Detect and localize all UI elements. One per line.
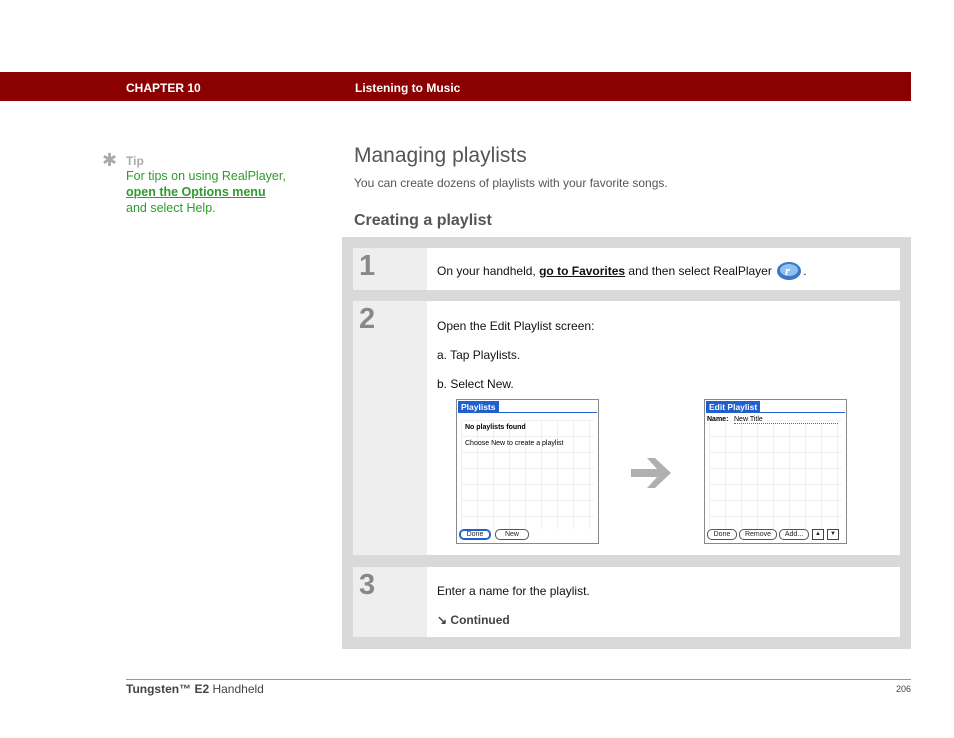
page-number: 206 [895, 684, 911, 694]
no-playlists-text: No playlists found [465, 424, 526, 431]
title-underline [706, 412, 845, 413]
footer-product-name: Tungsten™ E2 [126, 682, 210, 696]
step-1: 1 On your handheld, go to Favorites and … [353, 248, 900, 290]
realplayer-icon: r [777, 262, 802, 280]
footer-product-suffix: Handheld [209, 682, 264, 696]
step-number-column: 2 [353, 301, 427, 555]
step-number: 1 [359, 250, 376, 282]
playlists-screenshot: Playlists No playlists found Choose New … [456, 399, 599, 544]
step-number-column: 1 [353, 248, 427, 290]
page-title: Managing playlists [354, 144, 527, 167]
done-button[interactable]: Done [707, 529, 737, 540]
tip-label: Tip [126, 154, 144, 168]
chapter-header-bar: CHAPTER 10 Listening to Music [0, 72, 911, 101]
new-button[interactable]: New [495, 529, 529, 540]
name-field[interactable]: New Title [734, 416, 838, 424]
tip-text: For tips on using RealPlayer, open the O… [126, 168, 286, 216]
title-underline [458, 412, 597, 413]
section-title: Listening to Music [355, 81, 461, 95]
step-1-period: . [803, 264, 807, 279]
step-number: 3 [359, 569, 376, 601]
step-3-text: Enter a name for the playlist. [437, 584, 590, 598]
continued-text: Continued [450, 613, 510, 627]
steps-box: 1 On your handheld, go to Favorites and … [342, 237, 911, 649]
scroll-down-icon[interactable]: ▼ [827, 529, 839, 540]
right-arrow-icon [631, 458, 671, 488]
step-1-text-after: and then select RealPlayer [625, 264, 772, 279]
step-1-text-before: On your handheld, [437, 264, 540, 279]
tip-asterisk-icon: ✱ [102, 150, 118, 170]
done-button[interactable]: Done [459, 529, 491, 540]
step-2-sub-b: b. Select New. [437, 377, 514, 391]
edit-playlist-screenshot: Edit Playlist Name: New Title Done Remov… [704, 399, 847, 544]
screen-grid [709, 420, 842, 529]
step-2-text: Open the Edit Playlist screen: [437, 319, 595, 333]
continued-label: ↘ Continued [437, 613, 510, 627]
step-1-text: On your handheld, go to Favorites and th… [437, 261, 807, 283]
chapter-label: CHAPTER 10 [126, 81, 201, 95]
step-number: 2 [359, 303, 376, 335]
subheading: Creating a playlist [354, 212, 492, 229]
step-number-column: 3 [353, 567, 427, 637]
step-2: 2 Open the Edit Playlist screen: a. Tap … [353, 301, 900, 555]
continued-arrow-icon: ↘ [437, 613, 448, 627]
step-2-sub-a: a. Tap Playlists. [437, 348, 521, 362]
tip-text-before: For tips on using RealPlayer, [126, 169, 286, 183]
intro-text: You can create dozens of playlists with … [354, 176, 668, 190]
tip-text-after: and select Help. [126, 201, 216, 215]
footer-product: Tungsten™ E2 Handheld [126, 682, 264, 696]
scroll-up-icon[interactable]: ▲ [812, 529, 824, 540]
name-label: Name: [707, 416, 729, 423]
options-menu-link[interactable]: open the Options menu [126, 185, 266, 199]
add-button[interactable]: Add... [779, 529, 809, 540]
choose-new-text: Choose New to create a playlist [465, 440, 564, 447]
remove-button[interactable]: Remove [739, 529, 777, 540]
screen-grid [461, 420, 594, 529]
go-to-favorites-link[interactable]: go to Favorites [539, 264, 625, 278]
footer-divider [126, 679, 911, 680]
step-3: 3 Enter a name for the playlist. ↘ Conti… [353, 567, 900, 637]
